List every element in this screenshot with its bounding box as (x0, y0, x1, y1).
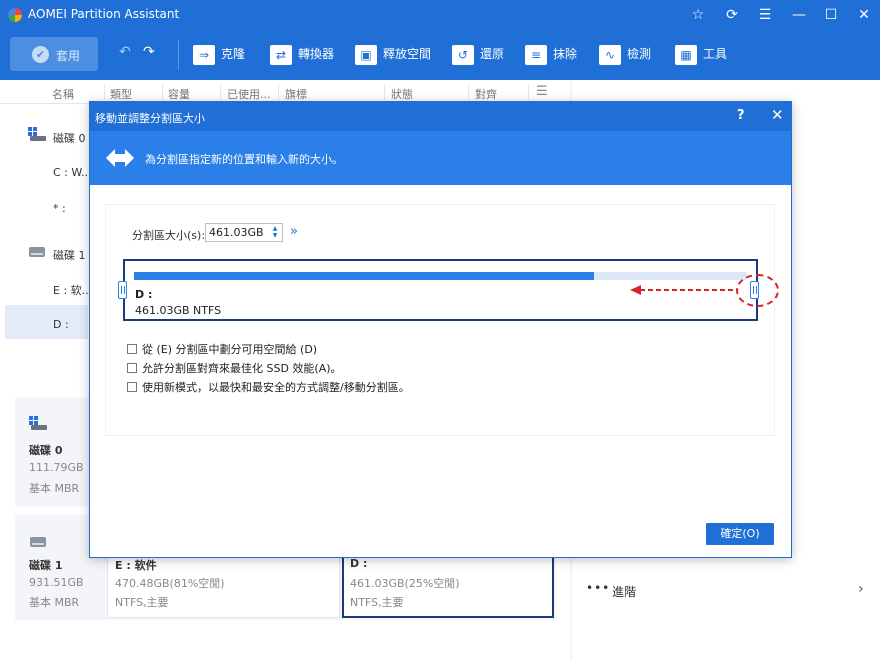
free-space-icon: ▣ (355, 44, 377, 65)
apply-button[interactable]: ✔ 套用 (10, 37, 98, 71)
column-separator (104, 84, 105, 100)
usage-bar-fill (134, 272, 594, 280)
tree-partition-d[interactable]: D : (53, 318, 69, 331)
ssd-disk-icon (29, 416, 47, 430)
move-resize-dialog: 移動並調整分割區大小 ? ✕ 為分割區指定新的位置和輸入新的大小。 分割區大小(… (89, 101, 792, 558)
column-separator (528, 84, 529, 100)
disk1-card-size: 931.51GB (29, 576, 84, 589)
tools-button[interactable]: ▦ 工具 (675, 42, 727, 66)
partition-e-name: E : 软件 (115, 559, 157, 572)
disk1-card-name: 磁碟 1 (29, 559, 63, 572)
maximize-icon[interactable]: ☐ (822, 6, 840, 24)
disk0-card-size: 111.79GB (29, 461, 84, 474)
checkbox[interactable] (127, 363, 137, 373)
resize-arrows-icon (106, 149, 134, 167)
partition-e-info: 470.48GB(81%空閒) (115, 577, 225, 590)
toolbar: ✔ 套用 ↶ ↷ ⇒ 克隆 ⇄ 轉換器 ▣ 釋放空間 ↺ 還原 ≡ 抹除 ∿ 檢測 ▦ 工具 (0, 30, 880, 80)
partition-d-fs: NTFS,主要 (350, 596, 404, 609)
converter-button[interactable]: ⇄ 轉換器 (270, 42, 334, 66)
check-icon: ∿ (599, 44, 621, 65)
toolbar-separator (178, 40, 179, 70)
restore-button[interactable]: ↺ 還原 (452, 42, 504, 66)
wipe-button[interactable]: ≡ 抹除 (525, 42, 577, 66)
column-status[interactable]: 狀態 (391, 86, 413, 102)
title-bar: AOMEI Partition Assistant ☆ ⟳ ☰ — ☐ ✕ (0, 0, 880, 30)
disk1-card-type: 基本 MBR (29, 596, 80, 609)
spin-arrows-icon[interactable]: ▲ ▼ (271, 225, 279, 239)
tree-disk1[interactable]: 磁碟 1 (53, 247, 86, 263)
option-new-mode[interactable]: 使用新模式，以最快和最安全的方式調整/移動分割區。 (127, 379, 410, 395)
redo-icon[interactable]: ↷ (143, 44, 155, 60)
column-separator (220, 84, 221, 100)
menu-icon[interactable]: ☰ (756, 6, 774, 24)
column-align[interactable]: 對齊 (475, 86, 497, 102)
advanced-label[interactable]: 進階 (612, 583, 636, 600)
partition-size-value: 461.03GB (209, 226, 264, 239)
app-title: AOMEI Partition Assistant (28, 7, 180, 21)
partition-size-label: 分割區大小(s): (132, 229, 206, 242)
banner-text: 為分割區指定新的位置和輸入新的大小。 (145, 153, 343, 166)
tree-partition-unallocated[interactable]: * : (53, 202, 66, 215)
dialog-banner: 為分割區指定新的位置和輸入新的大小。 (90, 131, 791, 185)
tree-partition-e[interactable]: E : 软... (53, 282, 92, 298)
clone-icon: ⇒ (193, 44, 215, 65)
annotation-arrow-icon (630, 285, 738, 295)
free-space-button[interactable]: ▣ 釋放空間 (355, 42, 431, 66)
annotation-circle (736, 274, 779, 307)
clone-button[interactable]: ⇒ 克隆 (193, 42, 245, 66)
column-settings-icon[interactable]: ☰ (536, 84, 548, 99)
more-dots-icon: ••• (586, 581, 611, 595)
close-icon[interactable]: ✕ (771, 106, 784, 124)
help-icon[interactable]: ? (737, 108, 745, 123)
check-button[interactable]: ∿ 檢測 (599, 42, 651, 66)
apply-label: 套用 (56, 49, 81, 63)
refresh-icon[interactable]: ⟳ (723, 6, 741, 24)
wipe-icon: ≡ (525, 44, 547, 65)
column-separator (162, 84, 163, 100)
star-icon[interactable]: ☆ (689, 6, 707, 24)
ok-button[interactable]: 確定(O) (706, 523, 774, 545)
dialog-content: 分割區大小(s): 461.03GB ▲ ▼ » D : 461.03GB NTF… (105, 204, 775, 436)
column-type[interactable]: 類型 (110, 86, 132, 102)
checkbox[interactable] (127, 382, 137, 392)
undo-icon[interactable]: ↶ (119, 44, 131, 60)
column-separator (468, 84, 469, 100)
tree-disk0[interactable]: 磁碟 0 (53, 130, 86, 146)
dialog-title-bar: 移動並調整分割區大小 ? ✕ (90, 102, 791, 131)
partition-size-input[interactable]: 461.03GB ▲ ▼ (205, 223, 283, 242)
close-window-icon[interactable]: ✕ (855, 6, 873, 24)
partition-label: D : (135, 288, 153, 301)
app-logo-icon (8, 8, 22, 22)
minimize-icon[interactable]: — (790, 6, 808, 24)
partition-info: 461.03GB NTFS (135, 304, 222, 317)
column-capacity[interactable]: 容量 (168, 86, 190, 102)
column-name[interactable]: 名稱 (52, 86, 74, 102)
restore-icon: ↺ (452, 44, 474, 65)
option-allocate-from-e[interactable]: 從 (E) 分割區中劃分可用空間給 (D) (127, 341, 317, 357)
tools-icon: ▦ (675, 44, 697, 65)
left-resize-handle[interactable] (118, 281, 127, 299)
column-flags[interactable]: 旗標 (285, 86, 307, 102)
ssd-disk-icon (28, 127, 46, 141)
option-ssd-align[interactable]: 允許分割區對齊來最佳化 SSD 效能(A)。 (127, 360, 342, 376)
partition-d-info: 461.03GB(25%空閒) (350, 577, 460, 590)
column-used[interactable]: 已使用... (227, 86, 271, 102)
hdd-disk-icon (29, 247, 45, 257)
tree-partition-c[interactable]: C : W... (53, 166, 91, 179)
disk0-card-name: 磁碟 0 (29, 444, 63, 457)
chevron-right-icon[interactable]: › (858, 581, 864, 597)
expand-double-chevron-icon[interactable]: » (290, 224, 298, 239)
hdd-disk-icon (30, 537, 46, 547)
partition-e-fs: NTFS,主要 (115, 596, 169, 609)
tree-selection-highlight (5, 305, 88, 339)
check-circle-icon: ✔ (32, 46, 49, 63)
checkbox[interactable] (127, 344, 137, 354)
converter-icon: ⇄ (270, 44, 292, 65)
column-separator (384, 84, 385, 100)
column-separator (278, 84, 279, 100)
dialog-title: 移動並調整分割區大小 (95, 112, 205, 125)
disk0-card-type: 基本 MBR (29, 482, 80, 495)
usage-bar-track (134, 272, 747, 280)
partition-d-name: D : (350, 557, 368, 570)
